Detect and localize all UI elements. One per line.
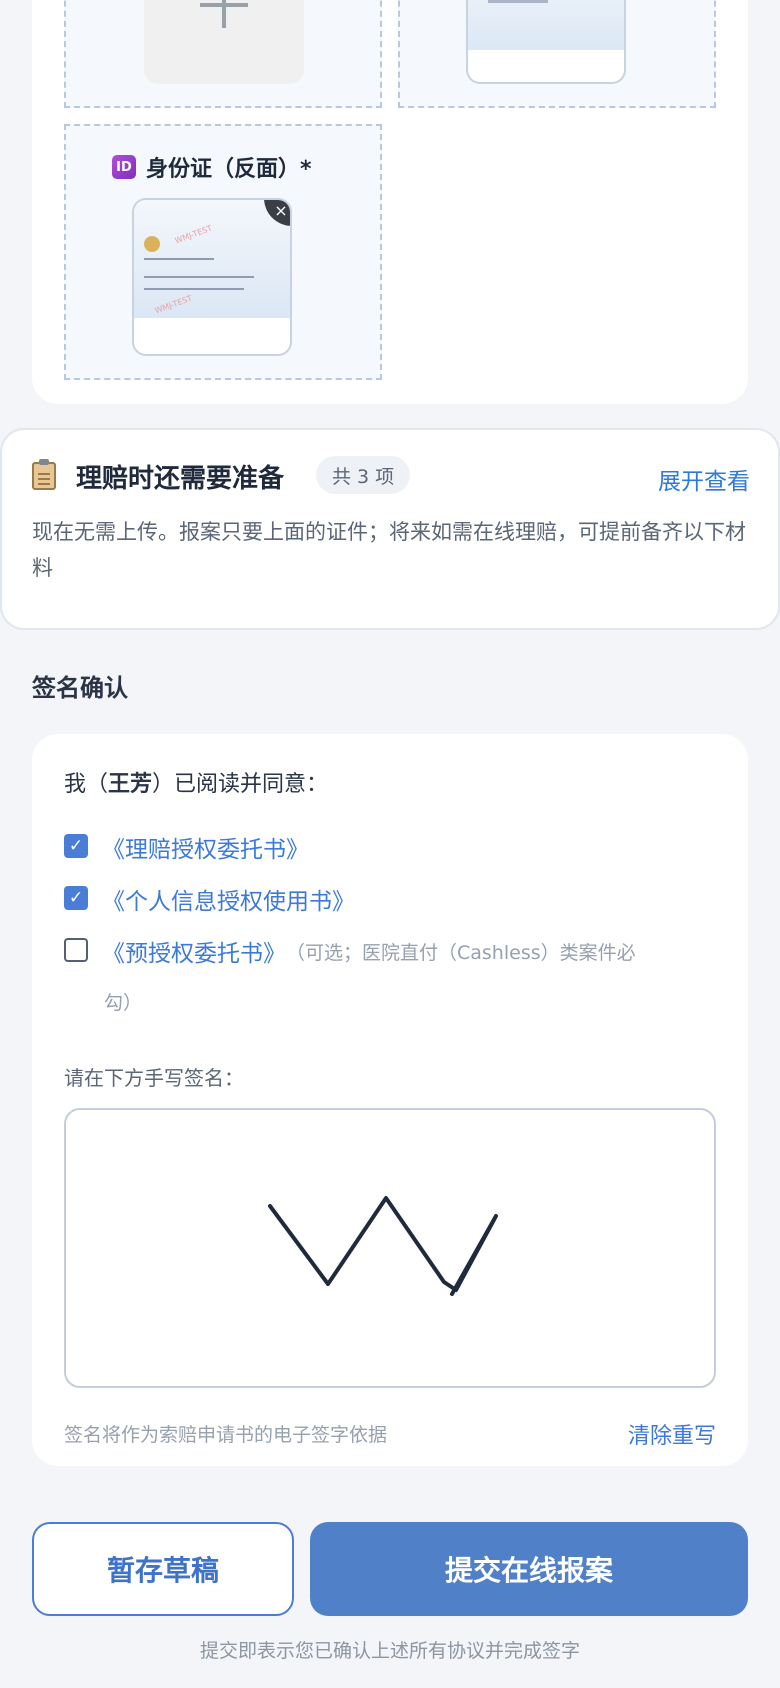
agree-statement: 我（王芳）已阅读并同意：	[64, 772, 329, 797]
agreement-row[interactable]: ✓ 《个人信息授权使用书》	[64, 882, 355, 916]
checkbox-checked[interactable]: ✓	[64, 886, 88, 910]
upload-slot-front[interactable]	[398, 0, 716, 108]
upload-card: ID 身份证（反面）* WMJ-TEST WMJ-TEST ×	[32, 0, 748, 404]
agreement-row[interactable]: ✓ 《理赔授权委托书》	[64, 830, 309, 864]
upload-slot-add[interactable]	[64, 0, 382, 108]
expand-link[interactable]: 展开查看	[658, 462, 750, 496]
id-back-title: ID 身份证（反面）*	[112, 150, 312, 184]
submit-disclaimer: 提交即表示您已确认上述所有协议并完成签字	[199, 1640, 580, 1662]
signature-pad[interactable]	[64, 1108, 716, 1388]
doc-link[interactable]: 《理赔授权委托书》	[102, 830, 309, 864]
upload-slot-back[interactable]: ID 身份证（反面）* WMJ-TEST WMJ-TEST ×	[64, 124, 382, 380]
section-title: 签名确认	[32, 674, 128, 702]
save-draft-button[interactable]: 暂存草稿	[32, 1522, 294, 1616]
emblem-icon	[144, 236, 160, 252]
signature-card: 我（王芳）已阅读并同意： ✓ 《理赔授权委托书》 ✓ 《个人信息授权使用书》 《…	[32, 734, 748, 1466]
signature-stroke	[268, 1196, 498, 1296]
agreement-row[interactable]: 《预授权委托书》 （可选；医院直付（Cashless）类案件必	[64, 934, 636, 968]
signature-hint: 签名将作为索赔申请书的电子签字依据	[64, 1424, 388, 1446]
id-card-icon: ID	[112, 155, 136, 179]
id-back-label: 身份证（反面）*	[146, 157, 312, 182]
doc-link[interactable]: 《个人信息授权使用书》	[102, 882, 355, 916]
submit-report-button[interactable]: 提交在线报案	[310, 1522, 748, 1616]
user-name: 王芳	[108, 772, 153, 797]
clear-signature-button[interactable]: 清除重写	[628, 1418, 716, 1450]
prepare-materials-card: 理赔时还需要准备 共 3 项 展开查看 现在无需上传。报案只要上面的证件；将来如…	[0, 428, 780, 630]
prepare-description: 现在无需上传。报案只要上面的证件；将来如需在线理赔，可提前备齐以下材料	[32, 520, 746, 580]
checkbox-unchecked[interactable]	[64, 938, 88, 962]
prepare-count-badge: 共 3 项	[316, 456, 411, 494]
doc-link[interactable]: 《预授权委托书》	[102, 934, 286, 968]
prepare-title: 理赔时还需要准备	[76, 464, 285, 494]
clipboard-icon	[32, 459, 56, 490]
id-front-thumbnail[interactable]	[466, 0, 626, 84]
doc-note: （可选；医院直付（Cashless）类案件必	[286, 942, 636, 964]
add-photo-button[interactable]	[144, 0, 304, 84]
doc-note-continued: 勾）	[104, 992, 143, 1014]
checkbox-checked[interactable]: ✓	[64, 834, 88, 858]
id-back-thumbnail[interactable]: WMJ-TEST WMJ-TEST ×	[132, 198, 292, 356]
signature-label: 请在下方手写签名：	[64, 1066, 244, 1090]
